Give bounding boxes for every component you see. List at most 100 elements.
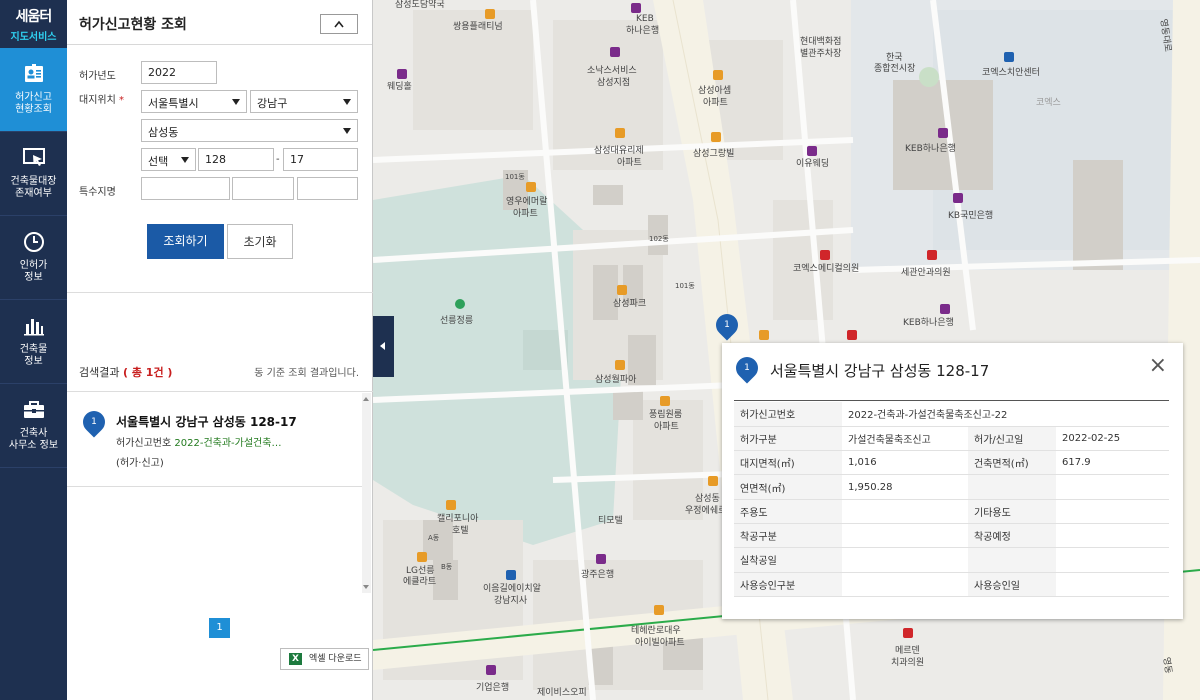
brand-line2: 지도서비스 xyxy=(10,32,57,43)
panel-toggle-button[interactable] xyxy=(373,316,394,377)
hospital-icon xyxy=(847,330,857,340)
nav-item-permit-info[interactable]: 인허가 정보 xyxy=(0,216,67,300)
special-input-3[interactable] xyxy=(297,177,358,200)
nav-label: 정보 xyxy=(24,356,43,367)
hospital-icon xyxy=(820,250,830,260)
apartment-icon xyxy=(615,360,625,370)
map-label: 기업은행 xyxy=(476,683,510,693)
bank-icon xyxy=(940,304,950,314)
nav-label: 정보 xyxy=(24,272,43,283)
nav-item-building-info[interactable]: 건축물 정보 xyxy=(0,300,67,384)
nav-item-architect-office[interactable]: 건축사 사무소 정보 xyxy=(0,384,67,468)
sigungu-select[interactable]: 강남구 xyxy=(250,90,358,113)
reset-button[interactable]: 초기화 xyxy=(227,224,293,259)
wedding-icon xyxy=(397,69,407,79)
divider xyxy=(67,292,373,293)
apartment-icon xyxy=(417,552,427,562)
clock-icon xyxy=(23,232,44,252)
cursor-screen-icon xyxy=(22,148,45,166)
map-label: 101동 xyxy=(675,282,695,290)
apartment-icon xyxy=(485,9,495,19)
table-value xyxy=(1056,499,1169,524)
bank-icon xyxy=(596,554,606,564)
chevron-up-icon xyxy=(334,20,344,28)
lot-dash: - xyxy=(276,154,280,165)
hotel-icon xyxy=(446,500,456,510)
id-card-icon xyxy=(24,64,43,82)
map-marker[interactable]: 1 xyxy=(711,309,743,341)
map-label: 세관안과의원 xyxy=(901,268,951,278)
nav-label: 허가신고 xyxy=(15,92,52,103)
sigungu-value: 강남구 xyxy=(257,97,288,110)
nav-item-permit-status[interactable]: 허가신고 현황조회 xyxy=(0,48,67,132)
table-key: 기타용도 xyxy=(968,499,1056,524)
collapse-button[interactable] xyxy=(320,14,358,34)
sido-value: 서울특별시 xyxy=(148,97,199,110)
map-label: KEB하나은행 xyxy=(905,144,956,154)
nav-label: 존재여부 xyxy=(15,188,52,199)
bubun-input[interactable]: 17 xyxy=(283,148,358,171)
map-label: 우정에쉐르 xyxy=(685,506,727,516)
result-item[interactable]: 1 서울특별시 강남구 삼성동 128-17 허가신고번호 2022-건축과-가… xyxy=(67,393,362,487)
map-label: 아파트 xyxy=(703,98,728,108)
map-label: 102동 xyxy=(649,235,669,243)
popup-divider xyxy=(734,400,1169,401)
map-label: 치과의원 xyxy=(891,658,925,668)
map-label: 소낙스서비스 xyxy=(587,66,637,76)
map-label: 풍림원룸 xyxy=(649,410,683,420)
map-label: A동 xyxy=(428,534,440,542)
bank-icon xyxy=(938,128,948,138)
sido-select[interactable]: 서울특별시 xyxy=(141,90,247,113)
special-label: 특수지명 xyxy=(79,187,116,198)
map-label: 테헤란로대우 xyxy=(631,626,681,636)
site-label: 대지위치 * xyxy=(79,91,124,106)
chevron-down-icon xyxy=(181,157,189,163)
map-label: 이유웨딩 xyxy=(796,159,830,169)
close-icon[interactable]: × xyxy=(1149,355,1167,377)
table-key xyxy=(968,474,1056,500)
table-row: 주용도 기타용도 xyxy=(734,499,1169,524)
table-key: 대지면적(㎡) xyxy=(734,450,842,476)
car-service-icon xyxy=(610,47,620,57)
lot-type-select[interactable]: 선택 xyxy=(141,148,196,171)
popup-title: 서울특별시 강남구 삼성동 128-17 xyxy=(770,362,990,380)
nav-label: 건축사 xyxy=(19,428,48,439)
table-key: 착공예정 xyxy=(968,523,1056,549)
map-label: 아파트 xyxy=(617,158,642,168)
table-key: 사용승인구분 xyxy=(734,572,842,597)
table-row: 허가신고번호 2022-건축과-가설건축물축조신고-22 xyxy=(734,402,1169,427)
year-input[interactable]: 2022 xyxy=(141,61,217,84)
nav-item-building-register[interactable]: 건축물대장 존재여부 xyxy=(0,132,67,216)
table-value xyxy=(842,499,968,524)
table-row: 착공구분 착공예정 xyxy=(734,523,1169,549)
table-value xyxy=(842,547,968,573)
police-icon xyxy=(1004,52,1014,62)
map-label: 현대백화점 xyxy=(800,37,842,47)
bank-icon xyxy=(631,3,641,13)
special-input-1[interactable] xyxy=(141,177,230,200)
map-label: 삼성월파아 xyxy=(595,375,637,385)
page-button-1[interactable]: 1 xyxy=(209,618,230,638)
excel-download-button[interactable]: X 엑셀 다운로드 xyxy=(280,648,369,670)
search-button[interactable]: 조회하기 xyxy=(147,224,224,259)
apartment-icon xyxy=(660,396,670,406)
table-key: 사용승인일 xyxy=(968,572,1056,597)
map-label: 한국 xyxy=(886,53,903,63)
dong-value: 삼성동 xyxy=(148,126,179,139)
results-scrollbar[interactable] xyxy=(362,393,371,593)
special-input-2[interactable] xyxy=(232,177,294,200)
dong-select[interactable]: 삼성동 xyxy=(141,119,358,142)
brand-logo[interactable]: 세움터 지도서비스 xyxy=(0,0,67,48)
table-row: 허가구분 가설건축물축조신고 허가/신고일 2022-02-25 xyxy=(734,426,1169,452)
table-value: 2022-건축과-가설건축물축조신고-22 xyxy=(842,402,1169,427)
map-label: 삼성파크 xyxy=(613,299,647,309)
bonbun-input[interactable]: 128 xyxy=(198,148,274,171)
restaurant-icon xyxy=(759,330,769,340)
table-value xyxy=(1056,523,1169,549)
table-row: 사용승인구분 사용승인일 xyxy=(734,572,1169,597)
apartment-icon xyxy=(654,605,664,615)
info-popup: 1 서울특별시 강남구 삼성동 128-17 × 허가신고번호 2022-건축과… xyxy=(722,343,1183,619)
apartment-icon xyxy=(708,476,718,486)
map-label: 삼성대유리제 xyxy=(594,146,644,156)
table-key: 건축면적(㎡) xyxy=(968,450,1056,476)
